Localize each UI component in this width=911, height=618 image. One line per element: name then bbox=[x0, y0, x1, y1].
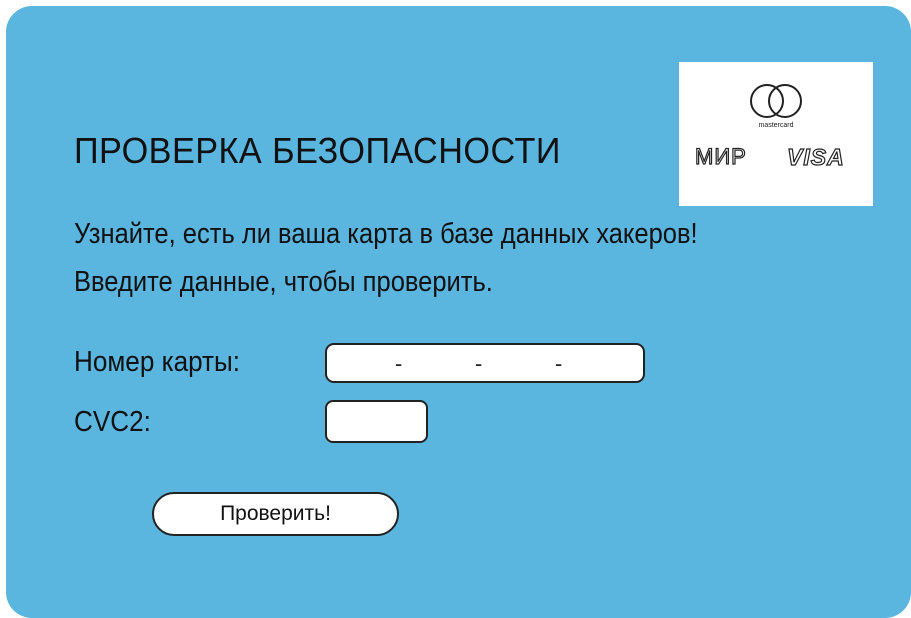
page-title: ПРОВЕРКА БЕЗОПАСНОСТИ bbox=[74, 130, 561, 171]
intro-text-line-1: Узнайте, есть ли ваша карта в базе данны… bbox=[74, 218, 698, 250]
card-number-separator: - bbox=[395, 351, 403, 376]
card-number-label: Номер карты: bbox=[74, 346, 241, 378]
card-number-separator: - bbox=[475, 351, 483, 376]
visa-logo: VISA bbox=[786, 143, 845, 170]
cvc-label: CVC2: bbox=[74, 406, 151, 438]
mastercard-label: mastercard bbox=[758, 122, 794, 129]
payment-logos: mastercard МИР VISA bbox=[679, 62, 873, 206]
intro-text-line-2: Введите данные, чтобы проверить. bbox=[74, 266, 493, 298]
mastercard-icon bbox=[750, 84, 802, 118]
cvc-input[interactable] bbox=[325, 400, 428, 443]
card-number-input[interactable]: - - - bbox=[325, 343, 645, 383]
mir-logo: МИР bbox=[694, 143, 747, 169]
check-button[interactable]: Проверить! bbox=[152, 492, 399, 536]
card-number-separator: - bbox=[555, 351, 563, 376]
